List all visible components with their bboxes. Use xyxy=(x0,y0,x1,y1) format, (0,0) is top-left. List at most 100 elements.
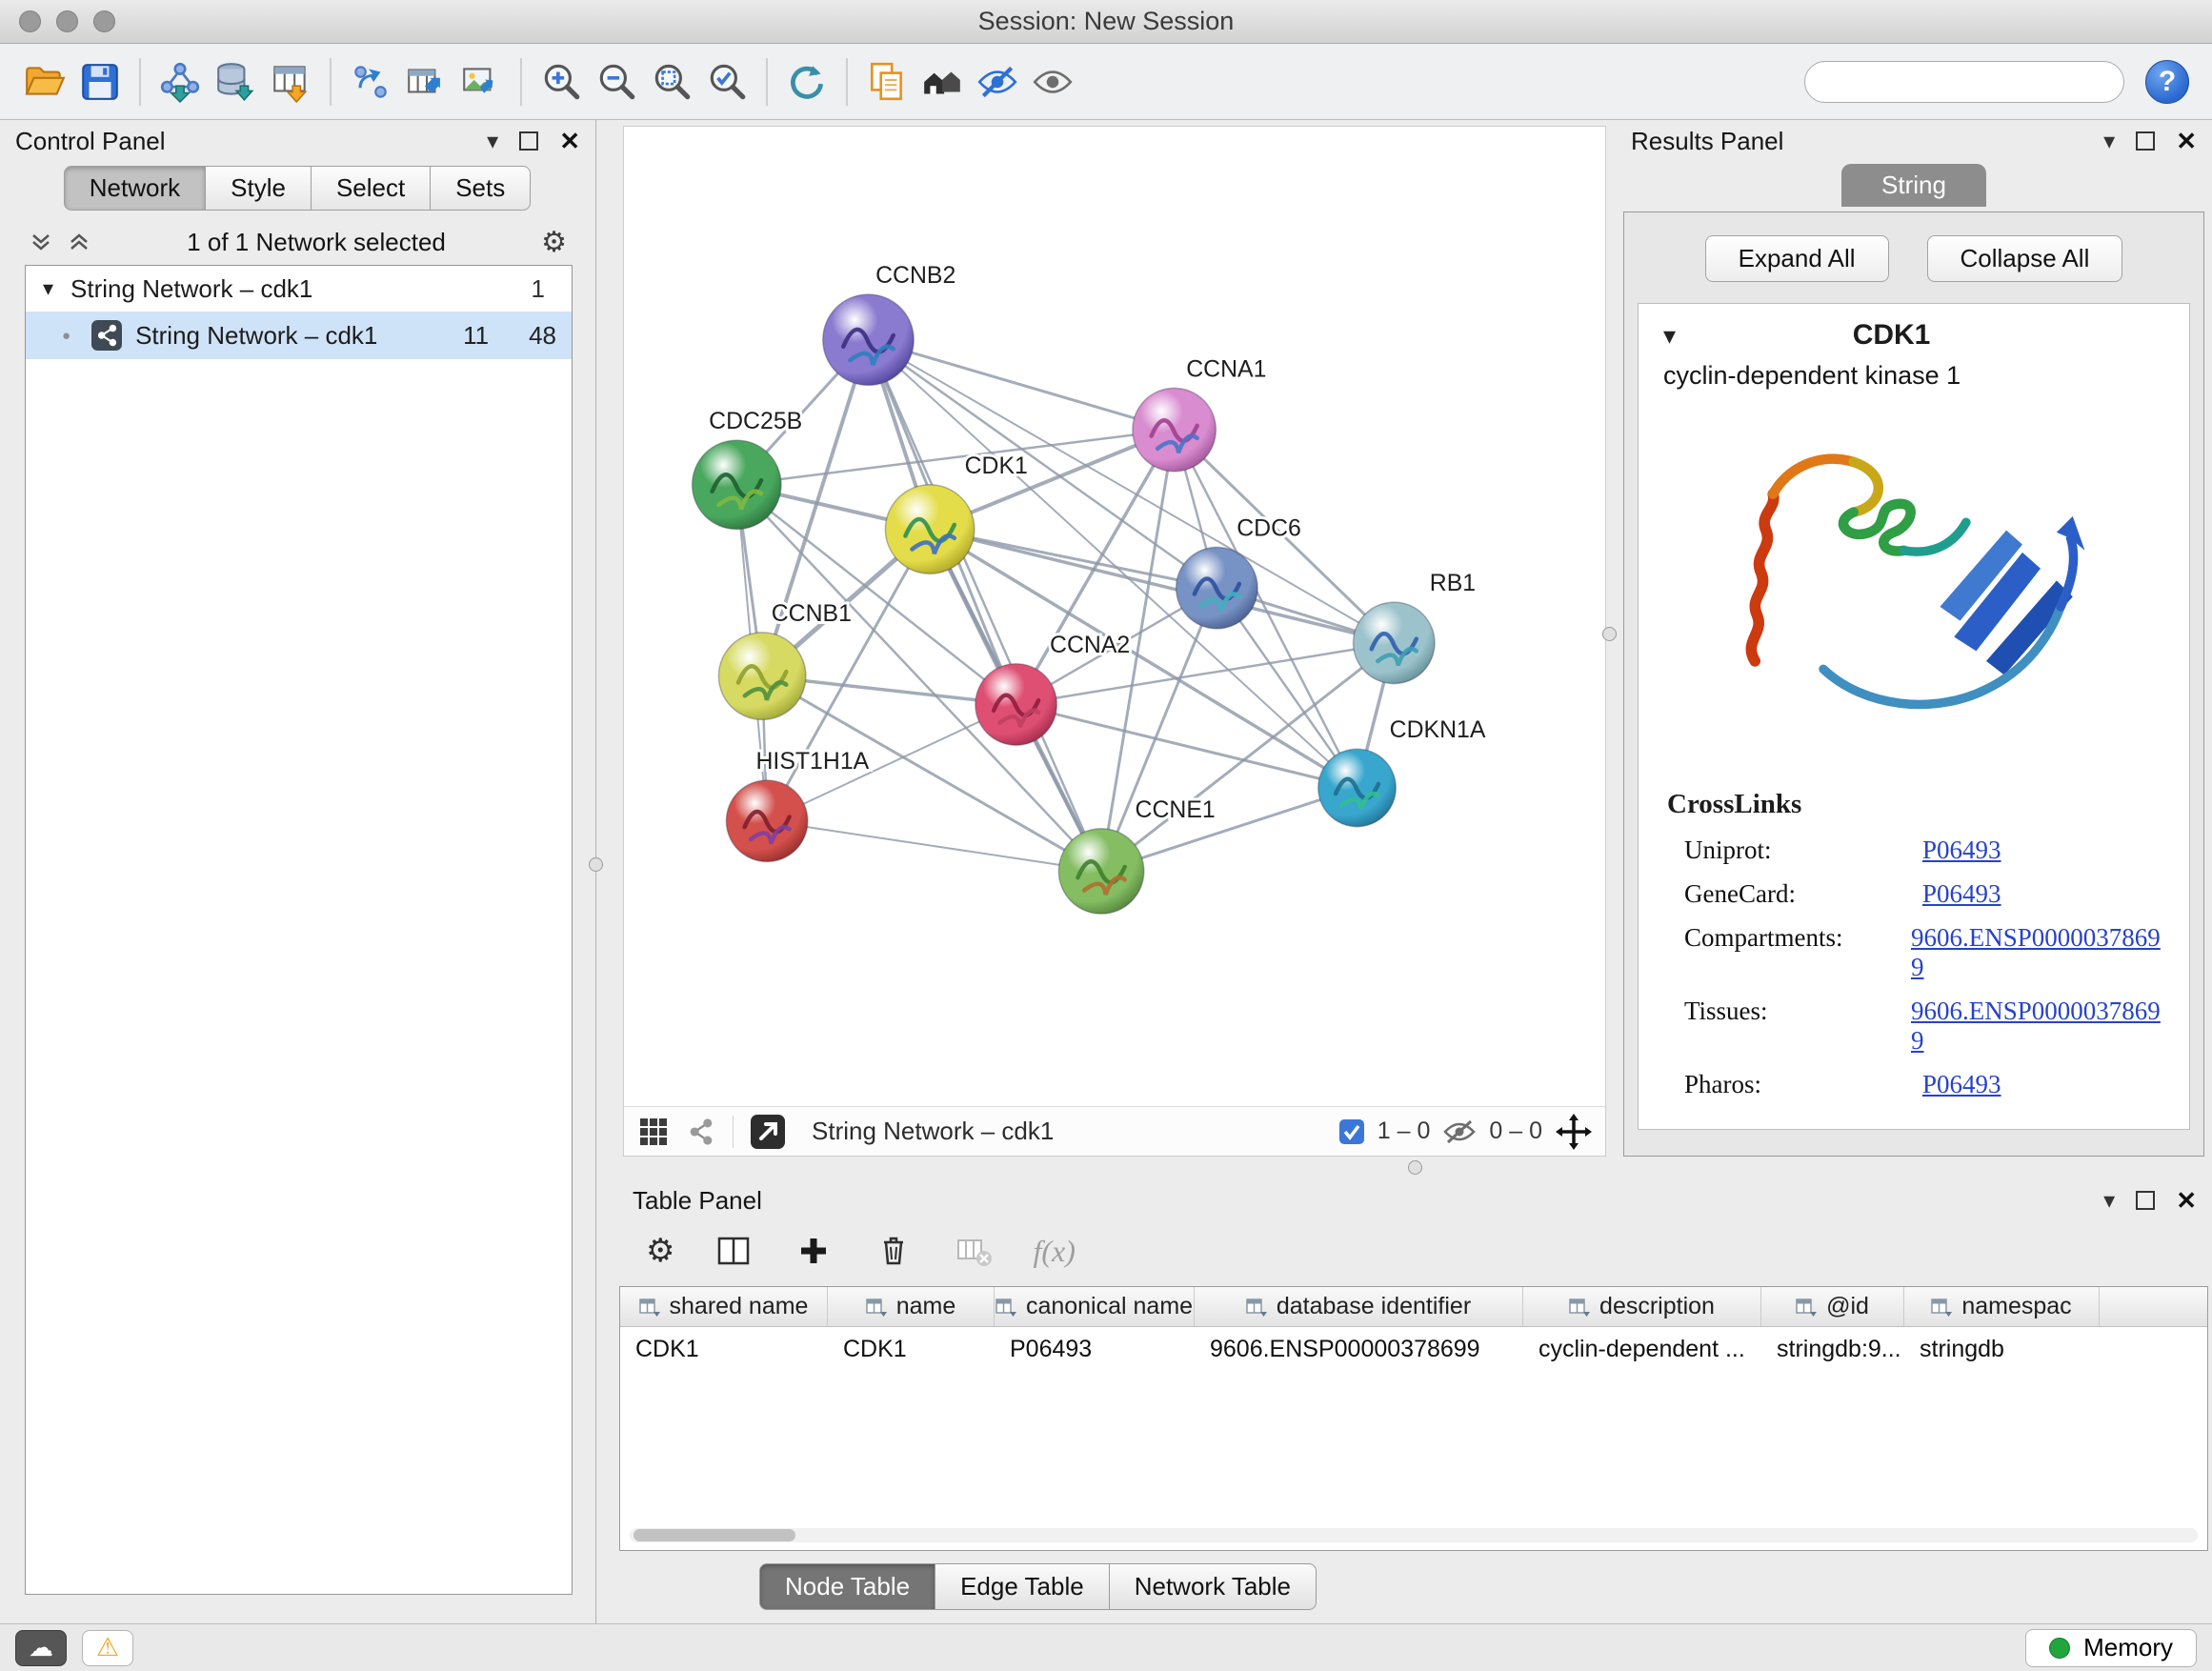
refresh-button[interactable] xyxy=(779,53,835,111)
network-node-hist1h1a[interactable]: HIST1H1A xyxy=(726,749,869,861)
cell-shared-name: CDK1 xyxy=(620,1336,828,1363)
network-node-cdc6[interactable]: CDC6 xyxy=(1176,515,1301,628)
crosslink-link-uniprot[interactable]: P06493 xyxy=(1922,836,2001,864)
horizontal-scrollbar[interactable] xyxy=(630,1528,2198,1542)
panel-close-button[interactable]: ✕ xyxy=(2176,127,2197,156)
splitter-handle-results[interactable] xyxy=(1602,627,1617,641)
column-header[interactable]: namespac xyxy=(1904,1287,2100,1326)
import-network-file-button[interactable] xyxy=(152,53,208,111)
network-edge[interactable] xyxy=(767,821,1101,872)
table-settings-gear-icon[interactable]: ⚙ xyxy=(646,1232,674,1270)
zoom-in-button[interactable] xyxy=(533,53,589,111)
column-header[interactable]: @id xyxy=(1761,1287,1904,1326)
network-node-ccnb2[interactable]: CCNB2 xyxy=(823,263,956,385)
help-button[interactable]: ? xyxy=(2145,60,2189,104)
tab-string[interactable]: String xyxy=(1841,164,1986,207)
show-columns-icon[interactable] xyxy=(713,1230,754,1272)
grid-view-icon[interactable] xyxy=(637,1116,670,1148)
network-edge[interactable] xyxy=(930,530,1394,643)
crosslink-link-tissues[interactable]: 9606.ENSP00000378699 xyxy=(1911,997,2161,1055)
window-minimize-button[interactable] xyxy=(56,10,78,32)
expand-all-icon[interactable] xyxy=(67,230,91,254)
hidden-eye-slash-icon[interactable] xyxy=(1443,1119,1476,1144)
network-canvas[interactable]: CCNB2CCNA1CDC25BCDK1CDC6RB1CCNB1CCNA2CDK… xyxy=(624,127,1605,1106)
cloud-icon: ☁ xyxy=(29,1633,53,1662)
column-header[interactable]: description xyxy=(1523,1287,1761,1326)
crosslink-link-compartments[interactable]: 9606.ENSP00000378699 xyxy=(1911,923,2161,981)
network-node-ccnb1[interactable]: CCNB1 xyxy=(718,601,852,719)
export-image-button[interactable] xyxy=(453,53,509,111)
splitter-handle-table[interactable] xyxy=(1408,1160,1422,1175)
tab-edge-table[interactable]: Edge Table xyxy=(935,1563,1110,1610)
delete-column-icon[interactable] xyxy=(873,1230,915,1272)
fit-content-crosshair-icon[interactable] xyxy=(1556,1114,1592,1150)
zoom-out-button[interactable] xyxy=(589,53,644,111)
crosslink-link-pharos[interactable]: P06493 xyxy=(1922,1070,2001,1098)
table-row[interactable]: CDK1 CDK1 P06493 9606.ENSP00000378699 cy… xyxy=(620,1327,2207,1371)
import-table-button[interactable] xyxy=(263,53,318,111)
zoom-selected-button[interactable] xyxy=(699,53,754,111)
tab-node-table[interactable]: Node Table xyxy=(759,1563,935,1610)
network-share-icon[interactable] xyxy=(685,1116,717,1148)
tab-network[interactable]: Network xyxy=(64,166,206,211)
tab-style[interactable]: Style xyxy=(205,166,312,211)
search-input[interactable] xyxy=(1826,69,2122,95)
warnings-button[interactable]: ⚠ xyxy=(82,1630,133,1666)
panel-menu-button[interactable]: ▾ xyxy=(487,128,498,155)
birdseye-button[interactable] xyxy=(915,53,970,111)
hide-selected-button[interactable] xyxy=(970,53,1025,111)
toolbar-separator xyxy=(139,58,141,106)
expand-all-button[interactable]: Expand All xyxy=(1705,235,1889,282)
cloud-button[interactable]: ☁ xyxy=(15,1630,67,1666)
collapse-all-icon[interactable] xyxy=(29,230,53,254)
tab-sets[interactable]: Sets xyxy=(430,166,531,211)
network-edge[interactable] xyxy=(869,340,1102,872)
tree-expand-icon[interactable]: ▾ xyxy=(43,276,53,301)
tab-select[interactable]: Select xyxy=(311,166,431,211)
panel-menu-button[interactable]: ▾ xyxy=(2103,1187,2115,1215)
network-node-cdc25b[interactable]: CDC25B xyxy=(693,409,803,529)
collapse-all-button[interactable]: Collapse All xyxy=(1927,235,2123,282)
memory-button[interactable]: Memory xyxy=(2025,1629,2197,1667)
column-header[interactable]: canonical name xyxy=(995,1287,1195,1326)
crosslink-link-genecard[interactable]: P06493 xyxy=(1922,879,2001,908)
network-options-gear-icon[interactable]: ⚙ xyxy=(541,226,567,259)
clone-network-button[interactable] xyxy=(343,53,398,111)
selected-checkbox-icon[interactable] xyxy=(1339,1119,1364,1144)
panel-close-button[interactable]: ✕ xyxy=(559,127,580,156)
network-node-ccne1[interactable]: CCNE1 xyxy=(1058,797,1215,914)
zoom-fit-button[interactable] xyxy=(644,53,699,111)
column-header[interactable]: database identifier xyxy=(1195,1287,1523,1326)
network-edge[interactable] xyxy=(869,340,1175,430)
panel-float-button[interactable] xyxy=(2136,1191,2155,1210)
panel-close-button[interactable]: ✕ xyxy=(2176,1186,2197,1216)
window-zoom-button[interactable] xyxy=(93,10,115,32)
export-table-button[interactable] xyxy=(398,53,453,111)
network-row-selected[interactable]: ● String Network – cdk1 11 48 xyxy=(26,312,572,359)
panel-float-button[interactable] xyxy=(2136,131,2155,151)
scrollbar-thumb[interactable] xyxy=(633,1529,795,1541)
panel-float-button[interactable] xyxy=(519,131,538,151)
open-session-button[interactable] xyxy=(17,53,72,111)
column-header[interactable]: shared name xyxy=(620,1287,828,1326)
main-toolbar: ? xyxy=(0,44,2212,120)
network-node-cdk1[interactable]: CDK1 xyxy=(885,453,1027,574)
copy-button[interactable] xyxy=(859,53,915,111)
show-all-button[interactable] xyxy=(1025,53,1080,111)
network-edge[interactable] xyxy=(1016,704,1357,787)
open-in-window-icon[interactable] xyxy=(749,1113,787,1151)
save-session-button[interactable] xyxy=(72,53,128,111)
panel-menu-button[interactable]: ▾ xyxy=(2103,128,2115,155)
tab-network-table[interactable]: Network Table xyxy=(1109,1563,1317,1610)
network-collection-row[interactable]: ▾ String Network – cdk1 1 xyxy=(26,266,572,312)
network-node-ccna1[interactable]: CCNA1 xyxy=(1133,356,1267,471)
import-network-database-button[interactable] xyxy=(208,53,263,111)
node-label-cdkn1a: CDKN1A xyxy=(1390,717,1486,743)
window-close-button[interactable] xyxy=(19,10,41,32)
gene-collapse-icon[interactable]: ▾ xyxy=(1663,321,1676,351)
column-header[interactable]: name xyxy=(828,1287,995,1326)
network-node-rb1[interactable]: RB1 xyxy=(1354,571,1477,683)
network-node-cdkn1a[interactable]: CDKN1A xyxy=(1318,717,1486,826)
add-column-icon[interactable] xyxy=(793,1230,835,1272)
splitter-handle-left[interactable] xyxy=(589,857,603,872)
